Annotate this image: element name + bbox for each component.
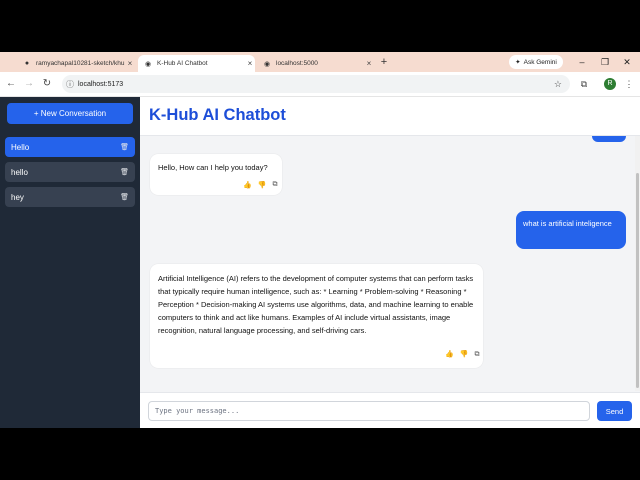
send-button[interactable]: Send xyxy=(597,401,632,421)
tab-strip: ● ramyachapal10281-sketch/khu × ◉ K-Hub … xyxy=(0,52,640,72)
message-list[interactable]: Hello, How can I help you today? 👍 👎 ⧉ w… xyxy=(140,136,640,391)
close-tab-icon[interactable]: × xyxy=(245,59,255,68)
profile-avatar[interactable]: R xyxy=(604,78,616,90)
message-text: Hello, How can I help you today? xyxy=(158,163,268,172)
tab-label: K-Hub AI Chatbot xyxy=(157,60,208,67)
tab-khub[interactable]: ◉ K-Hub AI Chatbot × xyxy=(138,55,255,72)
message-bot: Artificial Intelligence (AI) refers to t… xyxy=(150,264,483,368)
back-icon[interactable]: ← xyxy=(4,77,18,91)
chat-main: K-Hub AI Chatbot Hello, How can I help y… xyxy=(140,97,640,428)
thumbs-up-icon[interactable]: 👍 xyxy=(243,181,252,189)
thumbs-down-icon[interactable]: 👎 xyxy=(258,181,267,189)
minimize-icon[interactable]: – xyxy=(575,56,589,68)
chat-header: K-Hub AI Chatbot xyxy=(140,97,640,136)
conversation-name: hey xyxy=(11,192,24,202)
copy-icon[interactable]: ⧉ xyxy=(272,181,277,189)
globe-icon: ◉ xyxy=(144,60,152,68)
page-title: K-Hub AI Chatbot xyxy=(149,106,286,124)
maximize-icon[interactable]: ❐ xyxy=(598,56,612,68)
new-tab-button[interactable]: + xyxy=(378,56,390,68)
chat-app: + New Conversation Hello 🗑 hello 🗑 hey 🗑… xyxy=(0,97,640,428)
conversation-item-hey[interactable]: hey 🗑 xyxy=(5,187,135,207)
forward-icon[interactable]: → xyxy=(22,77,36,91)
conversation-name: hello xyxy=(11,167,28,177)
scrollbar-thumb[interactable] xyxy=(636,173,639,388)
address-bar[interactable]: ⓘ localhost:5173 ☆ xyxy=(62,75,570,93)
site-info-icon[interactable]: ⓘ xyxy=(62,79,78,90)
sidebar: + New Conversation Hello 🗑 hello 🗑 hey 🗑 xyxy=(0,97,140,428)
browser-window: ● ramyachapal10281-sketch/khu × ◉ K-Hub … xyxy=(0,52,640,428)
tab-localhost[interactable]: ◉ localhost:5000 × xyxy=(257,55,374,72)
new-conversation-button[interactable]: + New Conversation xyxy=(7,103,133,124)
ask-gemini-label: Ask Gemini xyxy=(523,58,557,66)
trash-icon[interactable]: 🗑 xyxy=(120,168,129,176)
conversation-name: Hello xyxy=(11,142,30,152)
browser-toolbar: ← → ↻ ⓘ localhost:5173 ☆ ⧉ R ⋮ xyxy=(0,72,640,97)
ask-gemini-button[interactable]: ✦ Ask Gemini xyxy=(509,55,563,69)
conversation-item-hello-2[interactable]: hello 🗑 xyxy=(5,162,135,182)
conversation-item-hello[interactable]: Hello 🗑 xyxy=(5,137,135,157)
copy-icon[interactable]: ⧉ xyxy=(474,348,479,361)
composer: Send xyxy=(140,392,640,428)
star-icon[interactable]: ☆ xyxy=(554,79,562,90)
tab-label: ramyachapal10281-sketch/khu xyxy=(36,60,125,67)
thumbs-up-icon[interactable]: 👍 xyxy=(445,348,454,361)
close-tab-icon[interactable]: × xyxy=(364,59,374,68)
globe-icon: ◉ xyxy=(263,60,271,68)
tab-label: localhost:5000 xyxy=(276,60,318,67)
message-actions: 👍 👎 ⧉ xyxy=(445,348,479,361)
sparkle-icon: ✦ xyxy=(515,59,521,66)
close-icon[interactable]: ✕ xyxy=(620,56,634,68)
trash-icon[interactable]: 🗑 xyxy=(120,193,129,201)
tab-github[interactable]: ● ramyachapal10281-sketch/khu × xyxy=(17,55,135,72)
scrollbar[interactable] xyxy=(635,136,640,391)
message-input[interactable] xyxy=(148,401,590,421)
thumbs-down-icon[interactable]: 👎 xyxy=(460,348,469,361)
message-text: Artificial Intelligence (AI) refers to t… xyxy=(158,274,474,336)
reload-icon[interactable]: ↻ xyxy=(40,77,54,91)
message-bot: Hello, How can I help you today? 👍 👎 ⧉ xyxy=(150,154,282,195)
message-actions: 👍 👎 ⧉ xyxy=(243,181,277,189)
extensions-icon[interactable]: ⧉ xyxy=(577,77,591,91)
message-user-partial xyxy=(592,136,626,142)
close-tab-icon[interactable]: × xyxy=(125,59,135,68)
url-text: localhost:5173 xyxy=(78,80,124,88)
message-text: what is artificial inteligence xyxy=(523,219,612,228)
github-icon: ● xyxy=(24,60,30,67)
menu-icon[interactable]: ⋮ xyxy=(622,77,636,91)
trash-icon[interactable]: 🗑 xyxy=(120,143,129,151)
message-user: what is artificial inteligence xyxy=(516,211,626,249)
